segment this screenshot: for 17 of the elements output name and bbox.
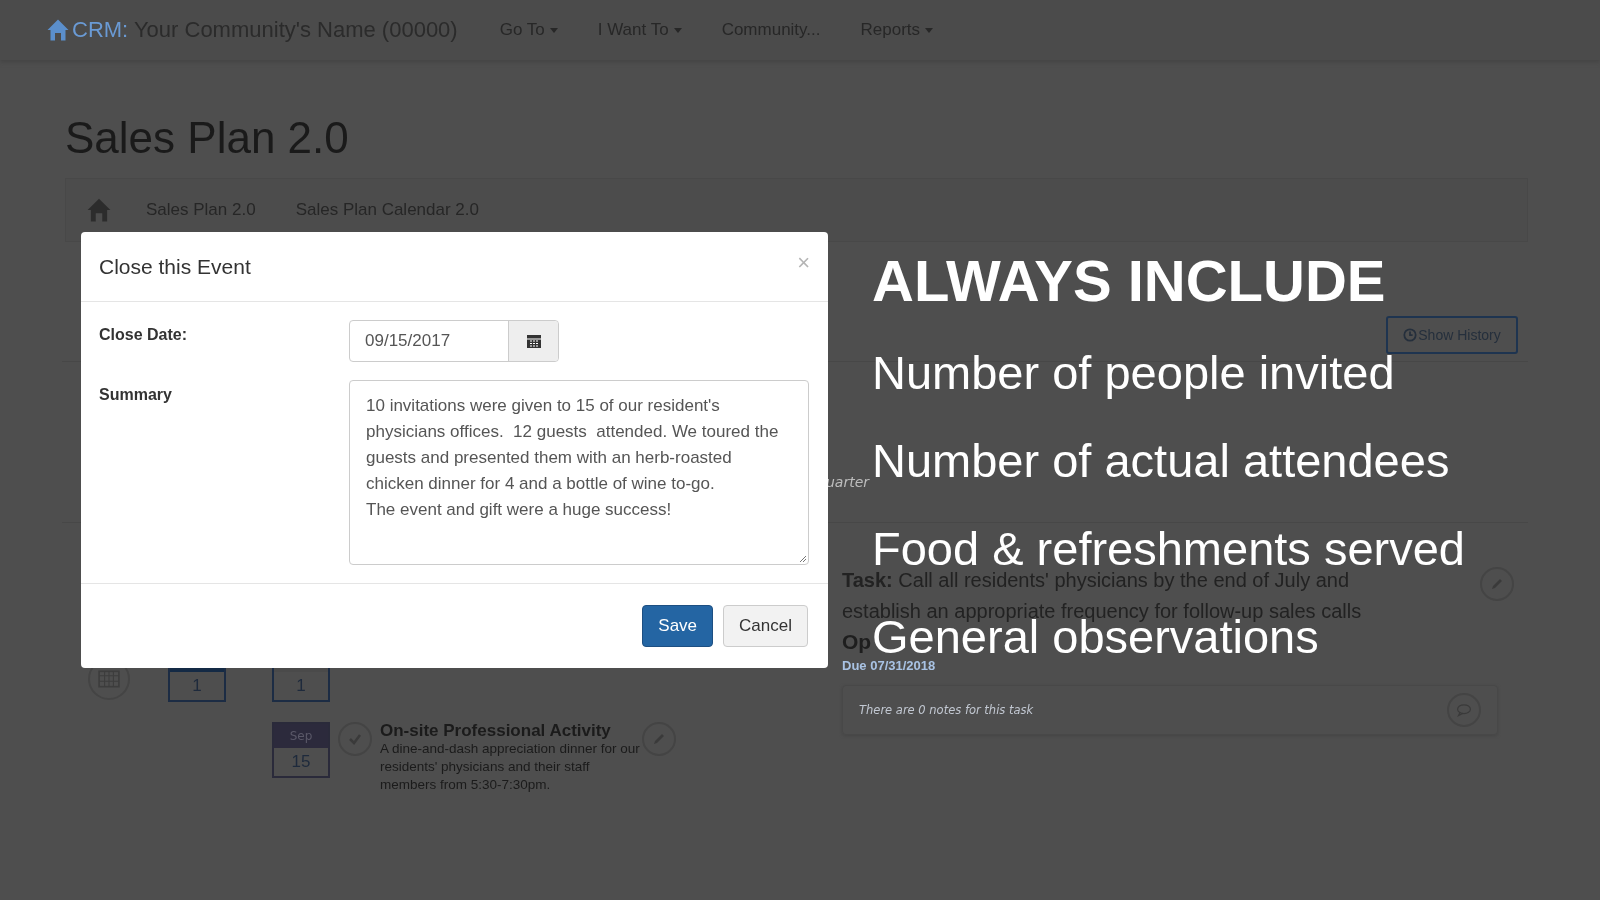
- due-date: Due 07/31/2018: [842, 657, 937, 675]
- clock-icon: [1403, 328, 1418, 342]
- save-button[interactable]: Save: [642, 605, 714, 647]
- resize-grip-icon: [797, 553, 807, 563]
- field-label: Summary: [99, 385, 173, 405]
- cancel-button[interactable]: Cancel: [723, 605, 808, 647]
- notes-text: There are 0 notes for this task: [859, 703, 1034, 717]
- slide-heading: ALWAYS INCLUDE: [872, 247, 1386, 315]
- slide-bullet-text: Food & refreshments served: [872, 526, 1465, 572]
- modal-title: Close this Event: [99, 254, 251, 279]
- partial-text: uarter: [826, 474, 871, 492]
- field-label: Close Date:: [99, 325, 189, 345]
- close-button[interactable]: ×: [797, 249, 810, 276]
- summary-field[interactable]: 10 invitations were given to 15 of our resident's physicians offices. 12 guests attended. We toured the guests and presented them with an herb-roasted chicken dinner for 4 and a bottle of wine to-go. The event and gift were a huge success!: [349, 380, 809, 565]
- home-icon: [86, 197, 112, 223]
- slide-bullet-text: Number of actual attendees: [872, 438, 1450, 484]
- home-icon: [46, 18, 70, 42]
